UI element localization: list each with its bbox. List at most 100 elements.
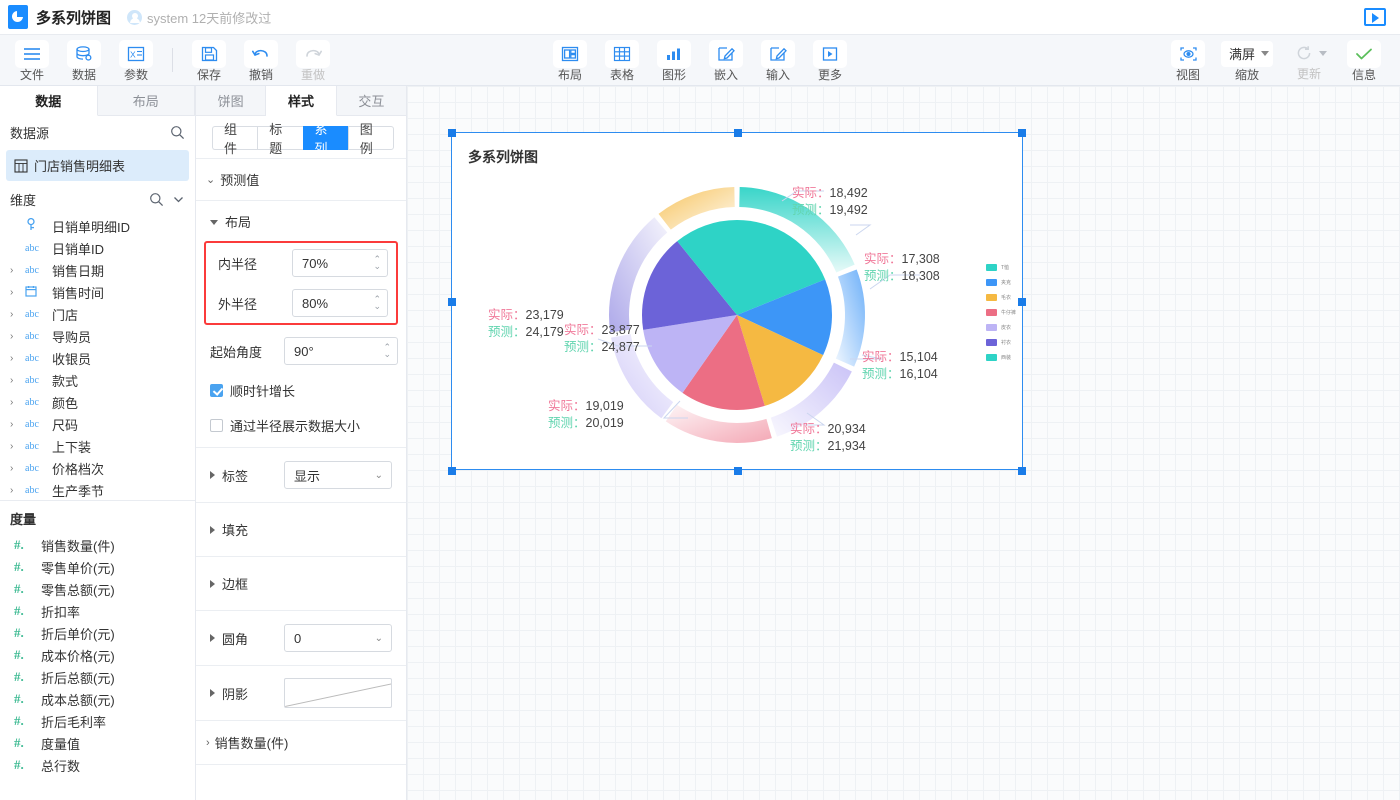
dimension-item[interactable]: ›abc销售日期 [0,259,195,281]
section-shadow[interactable]: 阴影 [196,665,406,720]
radius-size-checkbox-row[interactable]: 通过半径展示数据大小 [196,407,406,447]
clockwise-checkbox-row[interactable]: 顺时针增长 [196,371,406,407]
chevron-down-icon[interactable] [1319,51,1327,56]
label-select[interactable]: 显示 ⌄ [284,461,392,489]
measure-item[interactable]: #.度量值 [0,732,195,754]
datasource-item[interactable]: 门店销售明细表 [6,150,189,181]
section-border[interactable]: 边框 [196,556,406,610]
inner-radius-input[interactable]: 70% ⌃⌄ [292,249,388,277]
resize-handle-sw[interactable] [448,467,456,475]
chart-container[interactable]: 多系列饼图 实际：23,877预测：24,877实际：18,492预测：19,4… [451,132,1023,470]
table-button[interactable]: 表格 [596,39,648,82]
stepper-icon[interactable]: ⌃⌄ [373,296,381,310]
expand-icon[interactable]: › [10,419,20,430]
info-button[interactable]: 信息 [1338,39,1390,82]
expand-icon[interactable]: › [10,375,20,386]
resize-handle-w[interactable] [448,298,456,306]
section-radius[interactable]: 圆角 0 ⌄ [196,610,406,665]
expand-icon[interactable]: › [10,265,20,276]
segment-component[interactable]: 组件 [212,126,257,150]
segment-legend[interactable]: 图例 [348,126,394,150]
presentation-icon[interactable] [1364,8,1386,26]
refresh-control[interactable] [1291,41,1327,67]
search-icon[interactable] [170,125,185,140]
expand-icon[interactable]: › [10,397,20,408]
dimension-item[interactable]: abc日销单ID [0,237,195,259]
legend-item[interactable]: 西装 [986,351,1016,364]
measure-item[interactable]: #.零售单价(元) [0,556,195,578]
expand-icon[interactable]: › [10,441,20,452]
section-series-field[interactable]: › 销售数量(件) [196,720,406,765]
tab-layout[interactable]: 布局 [98,86,196,116]
legend-item[interactable]: 皮衣 [986,321,1016,334]
dimension-item[interactable]: ›abc价格档次 [0,457,195,479]
measure-item[interactable]: #.折后毛利率 [0,710,195,732]
dimension-item[interactable]: ›abc导购员 [0,325,195,347]
clockwise-checkbox[interactable] [210,384,223,397]
resize-handle-ne[interactable] [1018,129,1026,137]
resize-handle-s[interactable] [734,467,742,475]
dimension-item[interactable]: ›abc上下装 [0,435,195,457]
chart-button[interactable]: 图形 [648,39,700,82]
measure-item[interactable]: #.销售数量(件) [0,534,195,556]
dimension-list[interactable]: 日销单明细IDabc日销单ID›abc销售日期›销售时间›abc门店›abc导购… [0,215,195,500]
measure-item[interactable]: #.折后总额(元) [0,666,195,688]
expand-icon[interactable]: › [10,331,20,342]
chart-legend[interactable]: T恤夹克毛衣牛仔裤皮衣衬衣西装 [986,261,1016,366]
section-forecast[interactable]: ⌄ 预测值 [196,158,406,200]
measure-item[interactable]: #.成本价格(元) [0,644,195,666]
measure-list[interactable]: #.销售数量(件)#.零售单价(元)#.零售总额(元)#.折扣率#.折后单价(元… [0,534,195,776]
embed-button[interactable]: 嵌入 [700,39,752,82]
expand-icon[interactable]: › [10,485,20,496]
expand-icon[interactable]: › [10,287,20,298]
input-button[interactable]: 输入 [752,39,804,82]
expand-icon[interactable]: › [10,463,20,474]
dimension-item[interactable]: ›abc门店 [0,303,195,325]
search-icon[interactable] [149,192,164,207]
dimension-item[interactable]: ›abc尺码 [0,413,195,435]
zoom-select[interactable]: 满屏 [1221,41,1273,67]
stepper-icon[interactable]: ⌃⌄ [373,256,381,270]
resize-handle-n[interactable] [734,129,742,137]
section-layout[interactable]: 布局 [196,200,406,235]
dimension-item[interactable]: ›abc款式 [0,369,195,391]
forecast-ring-segment[interactable] [666,405,772,443]
measure-item[interactable]: #.折扣率 [0,600,195,622]
radius-size-checkbox[interactable] [210,419,223,432]
legend-item[interactable]: T恤 [986,261,1016,274]
resize-handle-se[interactable] [1018,467,1026,475]
dimension-item[interactable]: ›销售时间 [0,281,195,303]
start-angle-input[interactable]: 90° ⌃⌄ [284,337,398,365]
dimension-item[interactable]: ›abc生产季节 [0,479,195,500]
tab-data[interactable]: 数据 [0,86,98,116]
resize-handle-nw[interactable] [448,129,456,137]
shadow-preview[interactable] [284,678,392,708]
tab-interaction[interactable]: 交互 [337,86,406,116]
segment-series[interactable]: 系列 [303,126,348,150]
dimension-item[interactable]: 日销单明细ID [0,215,195,237]
dimension-item[interactable]: ›abc收银员 [0,347,195,369]
measure-item[interactable]: #.成本总额(元) [0,688,195,710]
section-label[interactable]: 标签 显示 ⌄ [196,447,406,502]
layout-button[interactable]: 布局 [544,39,596,82]
forecast-ring-segment[interactable] [836,270,865,367]
radius-select[interactable]: 0 ⌄ [284,624,392,652]
measure-item[interactable]: #.折后单价(元) [0,622,195,644]
expand-icon[interactable]: › [10,353,20,364]
measure-item[interactable]: #.总行数 [0,754,195,776]
refresh-button[interactable]: 更新 [1280,39,1338,81]
tab-style[interactable]: 样式 [266,86,336,116]
dimension-item[interactable]: ›abc颜色 [0,391,195,413]
expand-icon[interactable]: › [10,309,20,320]
section-fill[interactable]: 填充 [196,502,406,556]
legend-item[interactable]: 毛衣 [986,291,1016,304]
legend-item[interactable]: 衬衣 [986,336,1016,349]
canvas[interactable]: 多系列饼图 实际：23,877预测：24,877实际：18,492预测：19,4… [407,86,1400,800]
segment-title[interactable]: 标题 [257,126,302,150]
more-button[interactable]: 更多 [804,39,856,82]
view-button[interactable]: 视图 [1162,39,1214,82]
chevron-down-icon[interactable] [172,193,185,206]
outer-radius-input[interactable]: 80% ⌃⌄ [292,289,388,317]
resize-handle-e[interactable] [1018,298,1026,306]
legend-item[interactable]: 夹克 [986,276,1016,289]
